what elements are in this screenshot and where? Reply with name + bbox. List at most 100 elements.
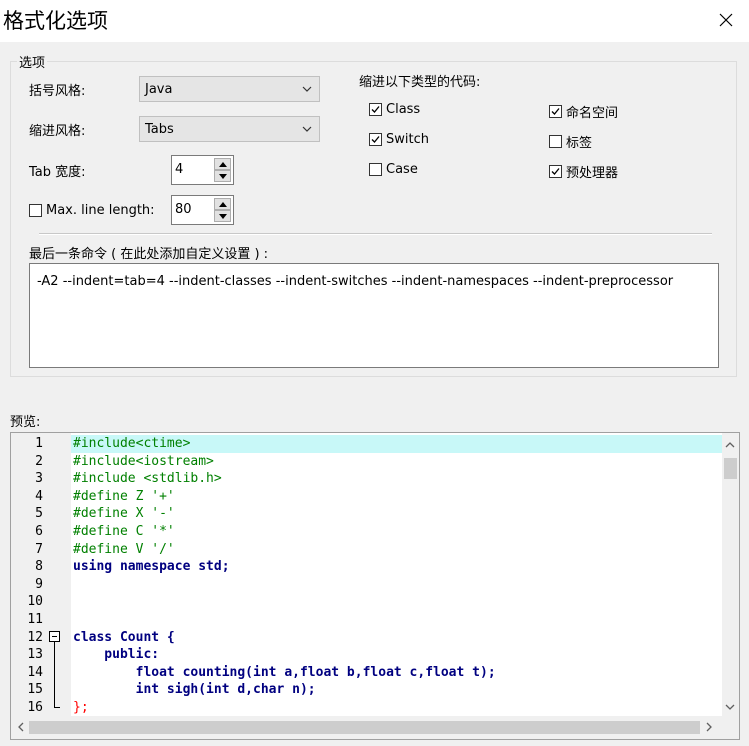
max-line-length-label: Max. line length: [46, 203, 155, 218]
indent-label-checkbox[interactable]: 标签 [549, 132, 592, 151]
line-number: 8 [35, 559, 43, 575]
code-preview[interactable]: 1 2 3 4 5 6 7 8 9 10 11 12 13 14 15 16 #… [10, 432, 740, 740]
max-line-length-up-button[interactable] [214, 198, 231, 210]
code-line: #define X '-' [73, 506, 175, 522]
max-line-length-down-button[interactable] [214, 210, 231, 222]
code-line: int sigh(int d,char n); [73, 682, 316, 698]
indent-case-checkbox[interactable]: Case [369, 162, 418, 177]
fold-collapse-icon[interactable] [49, 631, 60, 642]
chevron-up-icon[interactable] [724, 439, 736, 451]
indent-switch-label: Switch [386, 132, 429, 147]
checkbox-box [549, 135, 562, 148]
line-number: 14 [27, 664, 43, 680]
indent-class-label: Class [386, 102, 421, 117]
checkbox-box [549, 165, 562, 178]
title-bar: 格式化选项 [0, 0, 749, 42]
code-line: #define C '*' [73, 524, 175, 539]
line-number-gutter: 1 2 3 4 5 6 7 8 9 10 11 12 13 14 15 16 [11, 433, 71, 739]
command-label: 最后一条命令 ( 在此处添加自定义设置 ) : [29, 247, 269, 262]
line-number: 5 [35, 506, 43, 522]
close-button[interactable] [703, 0, 749, 40]
preview-label: 预览: [10, 415, 41, 430]
check-icon [551, 108, 560, 115]
code-line: #define Z '+' [73, 488, 175, 504]
check-icon [551, 168, 560, 175]
checkbox-box [369, 163, 382, 176]
indent-class-checkbox[interactable]: Class [369, 102, 420, 117]
indent-namespace-label: 命名空间 [566, 106, 619, 121]
code-line: float counting(int a,float b,float c,flo… [73, 664, 496, 680]
bracket-style-select[interactable]: Java [139, 76, 320, 102]
vertical-scrollbar[interactable] [722, 433, 739, 716]
indent-namespace-checkbox[interactable]: 命名空间 [549, 102, 618, 121]
window-title: 格式化选项 [3, 9, 108, 33]
line-number: 4 [35, 488, 43, 504]
code-line: class Count { [73, 629, 175, 645]
line-number: 12 [27, 629, 43, 645]
checkbox-box [29, 204, 42, 217]
code-line: #include <stdlib.h> [73, 471, 222, 487]
line-number: 11 [27, 612, 43, 627]
line-number: 9 [35, 576, 43, 592]
vertical-scroll-thumb[interactable] [724, 458, 737, 479]
code-line: }; [73, 700, 89, 715]
chevron-down-icon[interactable] [724, 701, 736, 713]
arrow-down-icon [218, 213, 227, 219]
line-number: 16 [27, 700, 43, 715]
separator [39, 233, 712, 235]
line-number: 1 [35, 436, 43, 451]
chevron-left-icon[interactable] [15, 721, 27, 733]
max-line-length-checkbox[interactable]: Max. line length: [29, 203, 155, 218]
line-number: 3 [35, 471, 43, 487]
indent-style-value: Tabs [145, 122, 174, 137]
indent-switch-checkbox[interactable]: Switch [369, 132, 429, 147]
arrow-up-icon [218, 201, 227, 207]
chevron-right-icon[interactable] [703, 721, 715, 733]
indent-types-heading: 缩进以下类型的代码: [359, 75, 481, 90]
line-number: 13 [27, 647, 43, 663]
tab-width-spinner[interactable]: 4 [171, 155, 234, 185]
indent-label-label: 标签 [566, 136, 593, 151]
check-icon [371, 136, 380, 143]
options-legend: 选项 [19, 56, 46, 71]
close-icon [719, 13, 733, 27]
arrow-down-icon [218, 173, 227, 179]
line-number: 2 [35, 453, 43, 469]
check-icon [371, 106, 380, 113]
code-line: #define V '/' [73, 541, 175, 557]
code-line: using namespace std; [73, 559, 230, 575]
horizontal-scrollbar[interactable] [11, 716, 739, 739]
chevron-down-icon [302, 126, 312, 132]
fold-line [54, 642, 55, 708]
horizontal-scroll-thumb[interactable] [29, 721, 700, 734]
line-number: 15 [27, 682, 43, 698]
line-number: 6 [35, 524, 43, 539]
code-line: #include<iostream> [73, 453, 214, 469]
arrow-up-icon [218, 161, 227, 167]
tab-width-label: Tab 宽度: [29, 165, 86, 180]
max-line-length-spinner[interactable]: 80 [171, 195, 234, 225]
checkbox-box [369, 133, 382, 146]
indent-preprocessor-checkbox[interactable]: 预处理器 [549, 162, 618, 181]
bracket-style-label: 括号风格: [29, 84, 86, 99]
indent-style-select[interactable]: Tabs [139, 116, 320, 142]
line-number: 10 [27, 594, 43, 610]
indent-case-label: Case [386, 162, 418, 177]
code-line: public: [73, 647, 160, 663]
fold-end [54, 707, 60, 708]
checkbox-box [369, 103, 382, 116]
checkbox-box [549, 105, 562, 118]
bracket-style-value: Java [145, 82, 173, 97]
chevron-down-icon [302, 86, 312, 92]
line-number: 7 [35, 541, 43, 557]
tab-width-up-button[interactable] [214, 158, 231, 170]
indent-preprocessor-label: 预处理器 [566, 166, 619, 181]
command-textarea[interactable]: -A2 --indent=tab=4 --indent-classes --in… [29, 263, 719, 368]
code-editor[interactable]: #include<ctime> #include<iostream> #incl… [71, 433, 725, 739]
code-line: #include<ctime> [73, 436, 191, 451]
tab-width-value: 4 [175, 162, 184, 177]
tab-width-down-button[interactable] [214, 170, 231, 182]
indent-style-label: 缩进风格: [29, 124, 86, 139]
command-value: -A2 --indent=tab=4 --indent-classes --in… [37, 274, 674, 289]
max-line-length-value: 80 [175, 202, 192, 217]
